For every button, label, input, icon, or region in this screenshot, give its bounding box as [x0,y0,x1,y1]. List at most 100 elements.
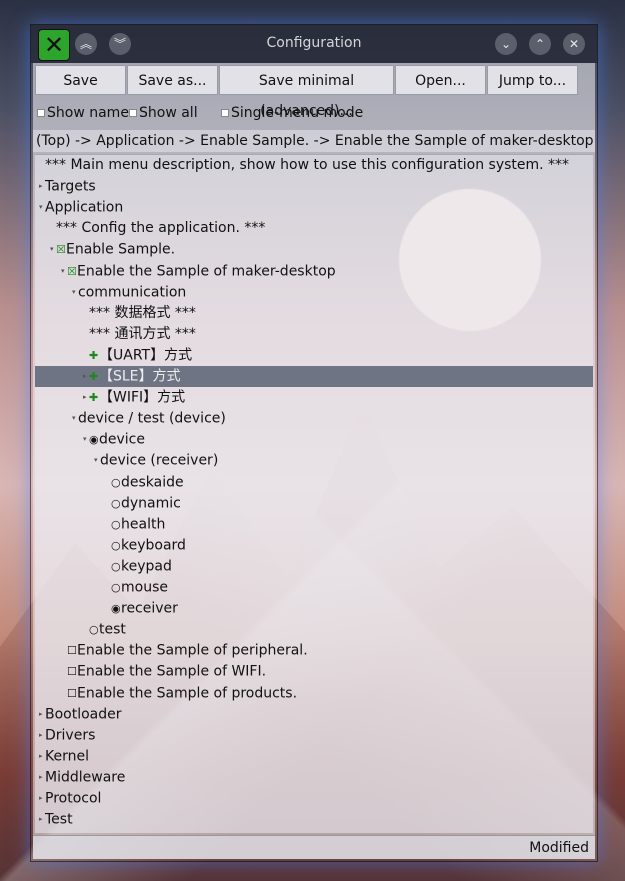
open-button[interactable]: Open... [395,65,486,95]
plus-icon[interactable]: ✚ [89,366,99,387]
tree-item[interactable]: ○keyboard [35,535,593,556]
tree-item-label: Enable the Sample of WIFI. [77,663,267,680]
tree-item[interactable]: ○test [35,619,593,640]
save-as-button[interactable]: Save as... [127,65,218,95]
tree-item[interactable]: ▾ communication [35,282,593,303]
radio-icon[interactable]: ○ [111,514,121,535]
plus-icon[interactable]: ✚ [89,387,99,408]
checkbox-icon[interactable]: ☐ [67,683,77,704]
main-content: Save Save as... Save minimal (advanced).… [33,63,595,859]
maximize-icon[interactable]: ⌃ [529,33,551,55]
minimize-icon[interactable]: ⌄ [495,33,517,55]
tree-item-label: Enable the Sample of products. [77,685,298,701]
tree-item-label: Kernel [45,748,89,765]
tree-item-label: 【UART】方式 [99,347,193,364]
radio-icon[interactable]: ○ [111,472,121,493]
config-window: ✕ ︽ ︾ Configuration ⌄ ⌃ ✕ Save Save as..… [30,24,598,862]
tree-item-label: keyboard [121,537,186,554]
tree-item-label: *** 通讯方式 *** [89,325,196,342]
view-options: Show name Show all Single-menu mode [37,105,593,125]
tree-item-label: Enable the Sample of maker-desktop [77,263,336,279]
tree-item[interactable]: *** 通讯方式 *** [35,324,593,345]
save-minimal-button[interactable]: Save minimal (advanced)... [219,65,394,119]
tree-item-label: *** Main menu description, show how to u… [45,157,570,173]
tree-item-label: Test [45,811,73,828]
tree-item-label: Bootloader [45,706,122,723]
tree-item[interactable]: ▸ Protocol [35,788,593,809]
tree-item-label: *** Config the application. *** [56,220,266,237]
title-bar[interactable]: ✕ ︽ ︾ Configuration ⌄ ⌃ ✕ [31,25,597,63]
tree-item-label: 【SLE】方式 [99,368,181,385]
radio-icon[interactable]: ◉ [89,429,99,450]
tree-item-label: keypad [121,558,172,575]
radio-icon[interactable]: ○ [89,619,99,640]
tree-item-label: Application [45,199,124,216]
single-menu-checkbox[interactable]: Single-menu mode [221,105,363,121]
tree-item-label: health [121,516,166,533]
tree-item[interactable]: ▾ ☒Enable the Sample of maker-desktop [35,261,593,282]
tree-item-label: device / test (device) [78,410,226,427]
radio-icon[interactable]: ○ [111,577,121,598]
tree-item[interactable]: ☐Enable the Sample of peripheral. [35,640,593,661]
tree-item-label: dynamic [121,495,181,512]
tree-item-label: device (receiver) [100,452,219,469]
breadcrumb: (Top) -> Application -> Enable Sample. -… [33,130,595,152]
tree-item[interactable]: ▸ Targets [35,176,593,197]
tree-item-label: mouse [121,579,168,596]
tree-item[interactable]: ▸ ✚【SLE】方式 [35,366,593,387]
tree-item-label: communication [78,284,187,301]
radio-icon[interactable]: ◉ [111,598,121,619]
tree-item[interactable]: ◉receiver [35,598,593,619]
jump-to-button[interactable]: Jump to... [487,65,578,95]
tree-item[interactable]: ○dynamic [35,493,593,514]
tree-item-label: Protocol [45,790,102,807]
tree-item-label: Targets [45,178,96,195]
close-icon[interactable]: ✕ [563,33,585,55]
tree-item-label: Middleware [45,769,126,786]
tree-item-label: test [99,621,126,638]
tree-item[interactable]: ○deskaide [35,472,593,493]
tree-item[interactable]: ▸ Bootloader [35,704,593,725]
tree-item[interactable]: *** Main menu description, show how to u… [35,155,593,176]
tree-item[interactable]: ☐Enable the Sample of WIFI. [35,661,593,682]
tree-item[interactable]: ▾ Application [35,197,593,218]
tree-item[interactable]: *** Config the application. *** [35,218,593,239]
checkbox-icon[interactable]: ☐ [67,640,77,661]
tree-item[interactable]: ▾ device / test (device) [35,408,593,429]
tree-item-label: Enable the Sample of peripheral. [77,642,308,659]
tree-item-label: Drivers [45,727,96,744]
tree-item-label: device [99,431,145,448]
tree-item[interactable]: ▸ Middleware [35,767,593,788]
tree-item-label: 【WIFI】方式 [99,389,186,406]
tree-item-label: receiver [121,600,178,617]
show-name-checkbox[interactable]: Show name [37,105,129,121]
tree-item[interactable]: ▾ device (receiver) [35,450,593,471]
menu-tree[interactable]: *** Main menu description, show how to u… [35,154,593,833]
radio-icon[interactable]: ○ [111,493,121,514]
tree-item-label: Enable Sample. [66,241,176,258]
tree-item[interactable]: ▸ ✚【WIFI】方式 [35,387,593,408]
tree-item[interactable]: ▸ Drivers [35,725,593,746]
tree-item[interactable]: *** 数据格式 *** [35,303,593,324]
tree-item[interactable]: ▾ ◉device [35,429,593,450]
save-button[interactable]: Save [35,65,126,95]
tree-item[interactable]: ○health [35,514,593,535]
toolbar: Save Save as... Save minimal (advanced).… [35,65,593,119]
tree-item[interactable]: ✚【UART】方式 [35,345,593,366]
checkbox-icon[interactable]: ☒ [67,261,77,282]
tree-item[interactable]: ▸ Kernel [35,746,593,767]
tree-item[interactable]: ▸ Test [35,809,593,830]
tree-item[interactable]: ☐Enable the Sample of products. [35,683,593,704]
tree-item-label: deskaide [121,474,184,490]
tree-item[interactable]: ▾ ☒Enable Sample. [35,239,593,260]
radio-icon[interactable]: ○ [111,535,121,556]
checkbox-icon[interactable]: ☒ [56,239,66,260]
plus-icon[interactable]: ✚ [89,345,99,366]
tree-item-label: *** 数据格式 *** [89,304,196,321]
checkbox-icon[interactable]: ☐ [67,661,77,682]
status-bar: Modified [33,835,595,859]
radio-icon[interactable]: ○ [111,556,121,577]
tree-item[interactable]: ○keypad [35,556,593,577]
tree-item[interactable]: ○mouse [35,577,593,598]
show-all-checkbox[interactable]: Show all [129,105,198,121]
